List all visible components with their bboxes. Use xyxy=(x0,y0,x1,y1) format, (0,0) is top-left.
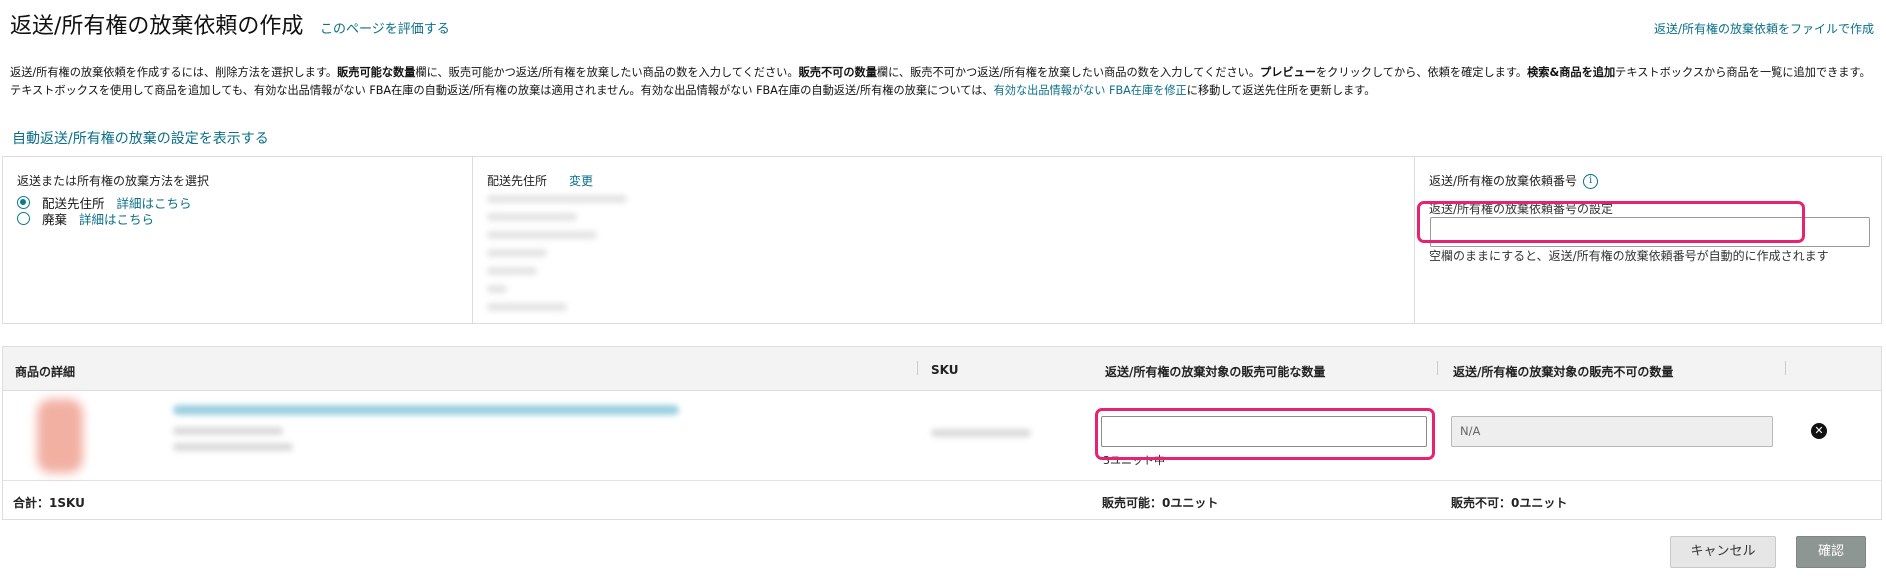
intro-text: に移動して返送先住所を更新します。 xyxy=(1186,84,1376,97)
product-image xyxy=(37,399,83,473)
table-totals: 合計：1SKU 販売可能：0ユニット 販売不可：0ユニット xyxy=(3,481,1881,520)
redacted-address-line xyxy=(487,213,577,221)
intro-bold: 販売可能な数量 xyxy=(337,66,416,79)
table-row: 3ユニット中 N/A ✕ xyxy=(3,391,1881,481)
instructions-text: 返送/所有権の放棄依頼を作成するには、削除方法を選択します。販売可能な数量欄に、… xyxy=(10,64,1872,100)
intro-text: をクリックしてから、依頼を確定します。 xyxy=(1315,66,1528,79)
intro-bold: プレビュー xyxy=(1260,66,1316,79)
intro-text: 返送/所有権の放棄依頼を作成するには、削除方法を選択します。 xyxy=(10,66,338,79)
intro-text: 欄に、販売不可かつ返送/所有権を放棄したい商品の数を入力してください。 xyxy=(876,66,1261,79)
items-table: 商品の詳細 SKU 返送/所有権の放棄対象の販売可能な数量 返送/所有権の放棄対… xyxy=(2,346,1882,520)
ship-address-label: 配送先住所 xyxy=(487,174,548,188)
column-header-details: 商品の詳細 xyxy=(15,365,76,379)
column-header-unsellable: 返送/所有権の放棄対象の販売不可の数量 xyxy=(1453,365,1674,379)
column-divider xyxy=(1437,361,1438,375)
confirm-button[interactable]: 確認 xyxy=(1796,536,1866,568)
close-circle-icon[interactable]: ✕ xyxy=(1811,423,1827,439)
intro-bold: 検索&商品を追加 xyxy=(1527,66,1616,79)
removal-options-panel: 返送または所有権の放棄方法を選択 配送先住所 詳細はこちら 廃棄 詳細はこちら … xyxy=(2,156,1882,324)
cancel-button[interactable]: キャンセル xyxy=(1670,536,1776,568)
redacted-address-line xyxy=(487,285,507,293)
removal-method-title: 返送または所有権の放棄方法を選択 xyxy=(17,174,210,188)
method-option-label: 廃棄 xyxy=(42,211,68,227)
removal-method-section: 返送または所有権の放棄方法を選択 配送先住所 詳細はこちら 廃棄 詳細はこちら xyxy=(3,157,473,323)
intro-bold: 販売不可の数量 xyxy=(798,66,877,79)
highlight-box xyxy=(1095,408,1435,460)
redacted-address-line xyxy=(487,231,597,239)
order-id-hint: 空欄のままにすると、返送/所有権の放棄依頼番号が自動的に作成されます xyxy=(1429,249,1829,263)
column-header-sku: SKU xyxy=(931,363,959,377)
rate-page-link[interactable]: このページを評価する xyxy=(320,18,450,37)
change-address-link[interactable]: 変更 xyxy=(569,174,593,188)
redacted-address-line xyxy=(487,249,547,257)
total-unsellable: 販売不可：0ユニット xyxy=(1451,496,1568,510)
redacted-address-line xyxy=(487,195,627,203)
column-divider xyxy=(917,361,918,375)
product-meta-redacted xyxy=(173,443,293,451)
method-option-dispose[interactable]: 廃棄 詳細はこちら xyxy=(17,209,154,227)
ship-address-section: 配送先住所 変更 xyxy=(473,157,1415,323)
product-meta-redacted xyxy=(173,427,283,435)
radio-button-selected[interactable] xyxy=(17,195,30,209)
sku-redacted xyxy=(931,429,1031,437)
order-id-title-text: 返送/所有権の放棄依頼番号 xyxy=(1429,174,1578,188)
column-header-sellable: 返送/所有権の放棄対象の販売可能な数量 xyxy=(1105,365,1326,379)
unsellable-quantity-input: N/A xyxy=(1451,416,1773,447)
ship-address-title: 配送先住所 変更 xyxy=(487,172,593,189)
create-from-file-link[interactable]: 返送/所有権の放棄依頼をファイルで作成 xyxy=(1654,20,1874,37)
order-id-section: 返送/所有権の放棄依頼番号 i 返送/所有権の放棄依頼番号の設定 空欄のままにする… xyxy=(1415,157,1881,323)
column-divider xyxy=(1785,361,1786,375)
intro-text: 欄に、販売可能かつ返送/所有権を放棄したい商品の数を入力してください。 xyxy=(415,66,799,79)
redacted-address-line xyxy=(487,303,567,311)
order-id-title: 返送/所有権の放棄依頼番号 i xyxy=(1429,172,1599,189)
info-icon[interactable]: i xyxy=(1583,174,1599,189)
fix-inventory-link[interactable]: 有効な出品情報がない FBA在庫を修正 xyxy=(994,84,1187,97)
product-title-redacted[interactable] xyxy=(173,405,679,415)
redacted-address-line xyxy=(487,267,537,275)
details-link[interactable]: 詳細はこちら xyxy=(79,209,154,228)
page-header: 返送/所有権の放棄依頼の作成 このページを評価する 返送/所有権の放棄依頼をファ… xyxy=(10,6,1874,42)
radio-button[interactable] xyxy=(17,211,30,225)
highlight-box xyxy=(1417,201,1805,243)
show-auto-settings-link[interactable]: 自動返送/所有権の放棄の設定を表示する xyxy=(12,128,269,148)
total-sku: 合計：1SKU xyxy=(13,496,85,510)
table-header: 商品の詳細 SKU 返送/所有権の放棄対象の販売可能な数量 返送/所有権の放棄対… xyxy=(3,347,1881,391)
total-sellable: 販売可能：0ユニット xyxy=(1102,496,1219,510)
page-title: 返送/所有権の放棄依頼の作成 xyxy=(10,14,304,39)
